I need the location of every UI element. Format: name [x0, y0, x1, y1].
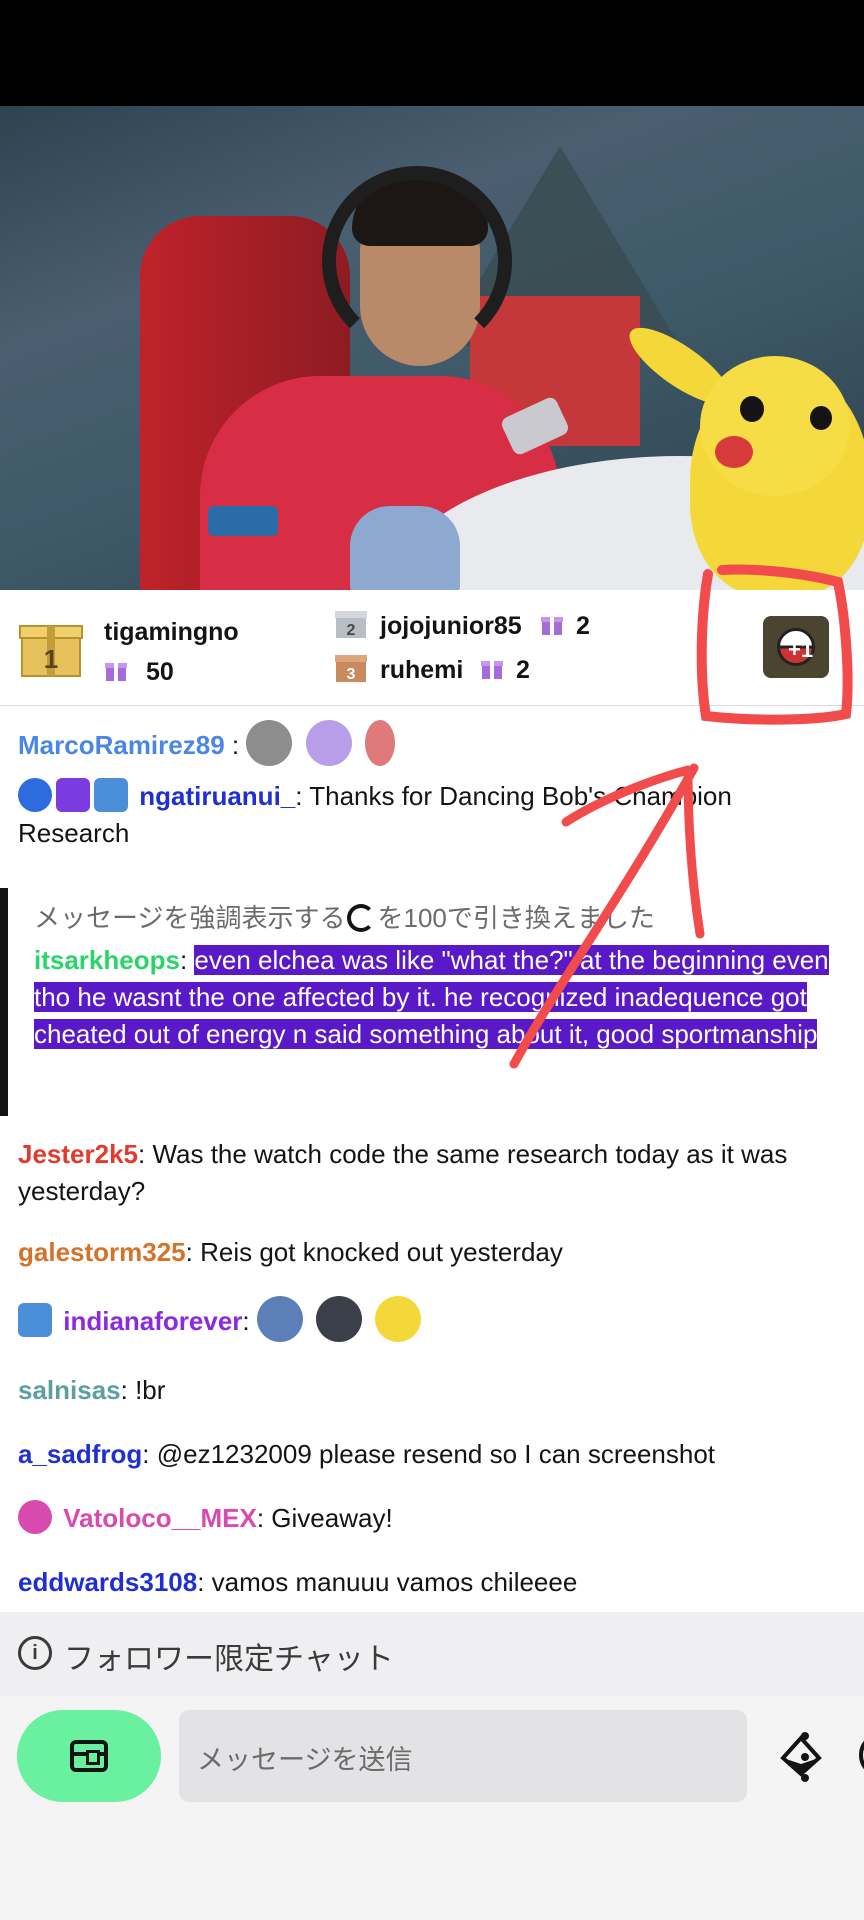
blastoise-emote-icon: [256, 1296, 303, 1342]
chat-message: Vatoloco__MEX: Giveaway!: [18, 1500, 850, 1537]
chat-username[interactable]: MarcoRamirez89: [18, 730, 225, 760]
chat-message-text: : Giveaway!: [256, 1503, 393, 1533]
gift-icon: [481, 661, 503, 679]
chat-message-text: : !br: [120, 1375, 166, 1405]
info-icon[interactable]: i: [18, 1636, 52, 1670]
gift-leader-1-name[interactable]: tigamingno: [104, 618, 239, 647]
chat-username[interactable]: galestorm325: [18, 1237, 186, 1267]
chat-username[interactable]: eddwards3108: [18, 1567, 197, 1597]
svg-text:1: 1: [44, 644, 58, 674]
chest-icon: [70, 1740, 108, 1772]
chat-message-text: :: [242, 1306, 250, 1336]
gift-leader-3-count: 2: [516, 656, 530, 684]
chat-message: eddwards3108: vamos manuuu vamos chileee…: [18, 1564, 850, 1601]
gift-leader-3-name[interactable]: ruhemi: [380, 656, 463, 685]
highlighted-message: メッセージを強調表示する を100で引き換えました itsarkheops: ev…: [0, 888, 864, 1116]
svg-text:3: 3: [347, 666, 356, 683]
more-options-icon[interactable]: [790, 1732, 820, 1782]
chat-message: salnisas: !br: [18, 1372, 850, 1409]
chat-message-text: : Reis got knocked out yesterday: [185, 1237, 563, 1267]
chat-message: a_sadfrog: @ez1232009 please resend so I…: [18, 1436, 850, 1473]
pikachu-eye: [810, 406, 832, 430]
status-bar: [0, 0, 864, 106]
message-input-placeholder: メッセージを送信: [197, 1745, 413, 1775]
chat-username[interactable]: Jester2k5: [18, 1139, 138, 1169]
gift-rank-3-icon: 3: [335, 655, 367, 683]
gift-rank-2-icon: 2: [335, 611, 367, 639]
gift-leader-2-name[interactable]: jojojunior85: [380, 612, 522, 641]
pikachu-eye: [740, 396, 764, 422]
gift-leader-1-count: 50: [146, 658, 174, 686]
chat-message: MarcoRamirez89 :: [18, 720, 850, 766]
registeel-emote-icon: [246, 720, 293, 766]
followers-only-label: フォロワー限定チャット: [64, 1643, 394, 1676]
chat-username[interactable]: salnisas: [18, 1375, 121, 1405]
chat-username[interactable]: itsarkheops: [34, 945, 180, 975]
star-badge-icon: [56, 778, 90, 812]
pokemon-emote-icon: [364, 720, 395, 766]
chat-message-text: : vamos manuuu vamos chileeee: [197, 1567, 578, 1597]
darkness-emote-icon: [316, 1296, 363, 1342]
gift-leader-2-count: 2: [576, 612, 590, 640]
followers-only-banner: i フォロワー限定チャット: [0, 1612, 864, 1696]
video-player[interactable]: [0, 106, 864, 590]
hex-emote-icon: [305, 720, 352, 766]
chat-message: ngatiruanui_: Thanks for Dancing Bob's C…: [18, 778, 850, 852]
chat-list[interactable]: MarcoRamirez89 : ngatiruanui_: Thanks fo…: [0, 706, 864, 1612]
chat-message-text: : @ez1232009 please resend so I can scre…: [142, 1439, 716, 1469]
player-sleeve: [208, 506, 278, 536]
gift-icon: [105, 663, 127, 681]
pokeball-reward-button[interactable]: +1: [763, 616, 829, 678]
crown-badge-icon: [94, 778, 128, 812]
community-chest-button[interactable]: [17, 1710, 161, 1802]
chat-message: galestorm325: Reis got knocked out yeste…: [18, 1234, 850, 1271]
svg-text:2: 2: [347, 622, 356, 639]
gift-leaderboard: 1 tigamingno 50 2 jojojunior85 2 3 ruhem…: [0, 590, 864, 706]
pokeball-icon: +1: [777, 628, 815, 666]
highlight-header: メッセージを強調表示する を100で引き換えました: [34, 903, 655, 933]
reward-plus-label: +1: [788, 637, 814, 662]
subscriber-badge-icon: [18, 778, 52, 812]
emoji-icon[interactable]: [859, 1732, 864, 1778]
message-input[interactable]: メッセージを送信: [179, 1710, 864, 1802]
blastoise-figure: [350, 506, 460, 590]
gift-icon: [541, 617, 563, 635]
chat-username[interactable]: Vatoloco__MEX: [63, 1503, 257, 1533]
chat-username[interactable]: a_sadfrog: [18, 1439, 142, 1469]
chat-username[interactable]: ngatiruanui_: [139, 781, 295, 811]
pikachu-emote-icon: [375, 1296, 422, 1342]
chat-input-row: メッセージを送信: [0, 1696, 864, 1920]
highlight-body: itsarkheops: even elchea was like "what …: [34, 945, 829, 1049]
headset: [322, 166, 512, 356]
chat-username[interactable]: indianaforever: [63, 1306, 242, 1336]
chat-message: Jester2k5: Was the watch code the same r…: [18, 1136, 850, 1210]
pikachu-cheek: [715, 436, 753, 468]
gift-rank-1-icon: 1: [19, 625, 83, 677]
channel-points-icon: [347, 904, 376, 932]
crown-badge-icon: [18, 1303, 52, 1337]
subscriber-badge-icon: [18, 1500, 52, 1534]
chat-message: indianaforever:: [18, 1296, 850, 1342]
